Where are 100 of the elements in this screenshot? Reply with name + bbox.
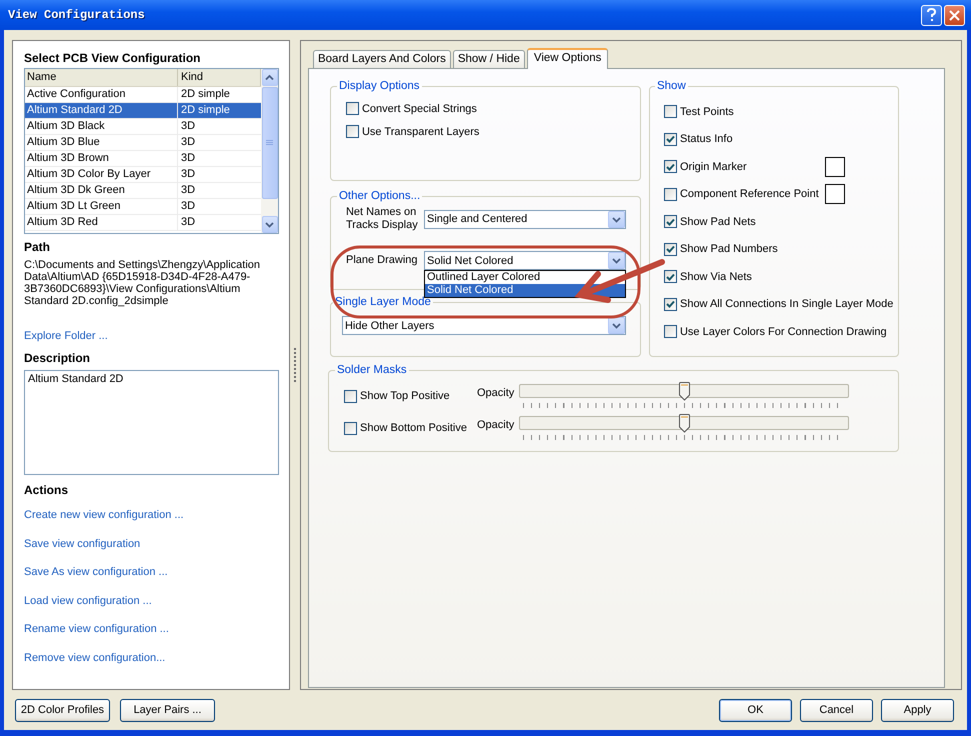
name-cell: Altium Standard 2D [25,103,178,118]
checkbox-label: Convert Special Strings [362,102,477,114]
help-button[interactable] [921,4,942,26]
checkbox[interactable] [664,298,677,311]
checkbox-label: Use Layer Colors For Connection Drawing [680,326,887,338]
name-cell: Altium 3D Brown [25,151,178,166]
checkbox[interactable] [664,105,677,118]
opacity-label: Opacity [476,419,516,433]
field-label: Net Names on Tracks Display [346,206,419,232]
action-link[interactable]: Create new view configuration ... [24,509,184,521]
checkbox-label: Show Pad Numbers [680,243,778,256]
dropdown-option[interactable]: Outlined Layer Colored [424,271,625,284]
action-link[interactable]: Save As view configuration ... [24,566,168,578]
checkbox-label: Use Transparent Layers [362,126,480,138]
kind-cell-text: 3D [180,119,196,134]
column-header[interactable]: Name [25,69,178,86]
checkbox-label: Origin Marker [680,160,747,173]
checkbox-label: Test Points [680,106,734,118]
opacity-label: Opacity [476,387,516,401]
checkbox[interactable] [664,132,677,146]
action-link[interactable]: Remove view configuration... [24,652,166,664]
kind-cell-text: 3D [180,151,196,166]
list-row[interactable]: Altium 3D Brown 3D [25,151,261,167]
scroll-thumb[interactable] [262,87,278,199]
action-link[interactable]: Save view configuration [24,538,140,550]
checkbox-label: Show Via Nets [680,270,752,283]
name-cell: Altium 3D Blue [25,135,178,150]
list-row[interactable]: Altium 3D Lt Green 3D [25,199,261,215]
dialog-button[interactable]: Layer Pairs ... [120,698,215,722]
scroll-down-button[interactable] [262,216,278,233]
checkbox[interactable] [346,125,359,138]
close-icon [949,10,960,20]
kind-cell-text: 3D [180,183,196,198]
up-caret-icon [265,74,274,81]
checkbox-label: Show Pad Nets [680,216,756,228]
list-row[interactable]: Altium 3D Blue 3D [25,135,261,151]
list-row[interactable]: Altium Standard 2D 2D simple [25,103,261,119]
tab[interactable]: View Options [526,48,608,69]
name-cell: Altium 3D Red [25,215,178,230]
scrollbar[interactable] [261,69,278,233]
close-button[interactable] [944,4,965,26]
name-cell: Altium 3D Color By Layer [25,167,178,182]
kind-cell-text: 3D [180,215,196,230]
dropdown[interactable]: Single and Centered [424,210,626,228]
kind-cell-text: 3D [180,199,196,214]
name-cell: Altium 3D Dk Green [25,183,178,198]
checkbox-label: Show Bottom Positive [360,422,467,434]
checkbox-label: Component Reference Point [680,188,819,200]
checkbox[interactable] [664,188,677,201]
group-title: Other Options... [338,190,422,202]
group-title: Display Options [338,80,421,92]
list-row[interactable]: Altium 3D Red 3D [25,215,261,231]
action-link[interactable]: Rename view configuration ... [24,623,169,636]
dialog-button[interactable]: 2D Color Profiles [15,698,110,722]
list-row[interactable]: Altium 3D Black 3D [25,119,261,135]
section-heading: Path [24,240,52,255]
tab[interactable]: Board Layers And Colors [312,50,451,68]
group-title: Show [656,80,687,92]
checkbox[interactable] [664,160,677,174]
checkbox-label: Status Info [680,133,733,146]
slider-thumb[interactable] [678,414,690,433]
checkbox[interactable] [664,325,677,338]
splitter-handle[interactable] [294,348,296,382]
help-icon [926,8,937,22]
checkbox-label: Show All Connections In Single Layer Mode [680,298,894,310]
grip-icon [266,140,273,146]
dialog-button[interactable]: Cancel [800,698,873,722]
path-text: C:\Documents and Settings\Zhengzy\Application Data\Altium\AD {65D15918-D34D-4F28-A479-3B7360DC6893}\View Configurations\Altium Standard 2D.config_2dsimple [24,259,262,307]
slider-thumb[interactable] [678,382,690,401]
section-heading: Select PCB View Configuration [24,51,202,66]
scroll-up-button[interactable] [262,69,278,86]
name-cell: Altium 3D Black [25,119,178,134]
checkbox[interactable] [664,270,677,284]
dialog-button[interactable]: Apply [881,698,954,722]
dialog-button[interactable]: OK [719,698,792,722]
description-field[interactable]: Altium Standard 2D [24,370,279,475]
checkbox[interactable] [346,102,359,115]
color-swatch[interactable] [824,156,845,177]
down-caret-icon [265,221,274,228]
action-link[interactable]: Load view configuration ... [24,594,152,607]
window-title: View Configurations [8,8,146,22]
name-cell: Active Configuration [25,87,178,102]
kind-cell-text: 2D simple [180,87,231,102]
kind-cell-text: 2D simple [180,103,231,118]
checkbox[interactable] [664,215,677,228]
section-heading: Actions [24,483,70,498]
group-title: Solder Masks [336,364,408,376]
explore-folder-link[interactable]: Explore Folder ... [24,330,108,342]
checkbox-label: Show Top Positive [360,390,450,402]
color-swatch[interactable] [824,184,845,204]
list-row[interactable]: Altium 3D Color By Layer 3D [25,167,261,183]
field-label: Plane Drawing [346,254,419,267]
list-row[interactable]: Altium 3D Dk Green 3D [25,183,261,199]
kind-cell-text: 3D [180,167,196,182]
checkbox[interactable] [344,390,357,402]
tab[interactable]: Show / Hide [452,50,525,68]
checkbox[interactable] [664,242,677,256]
name-cell: Altium 3D Lt Green [25,199,178,214]
checkbox[interactable] [344,422,357,434]
kind-cell-text: 3D [180,135,196,150]
